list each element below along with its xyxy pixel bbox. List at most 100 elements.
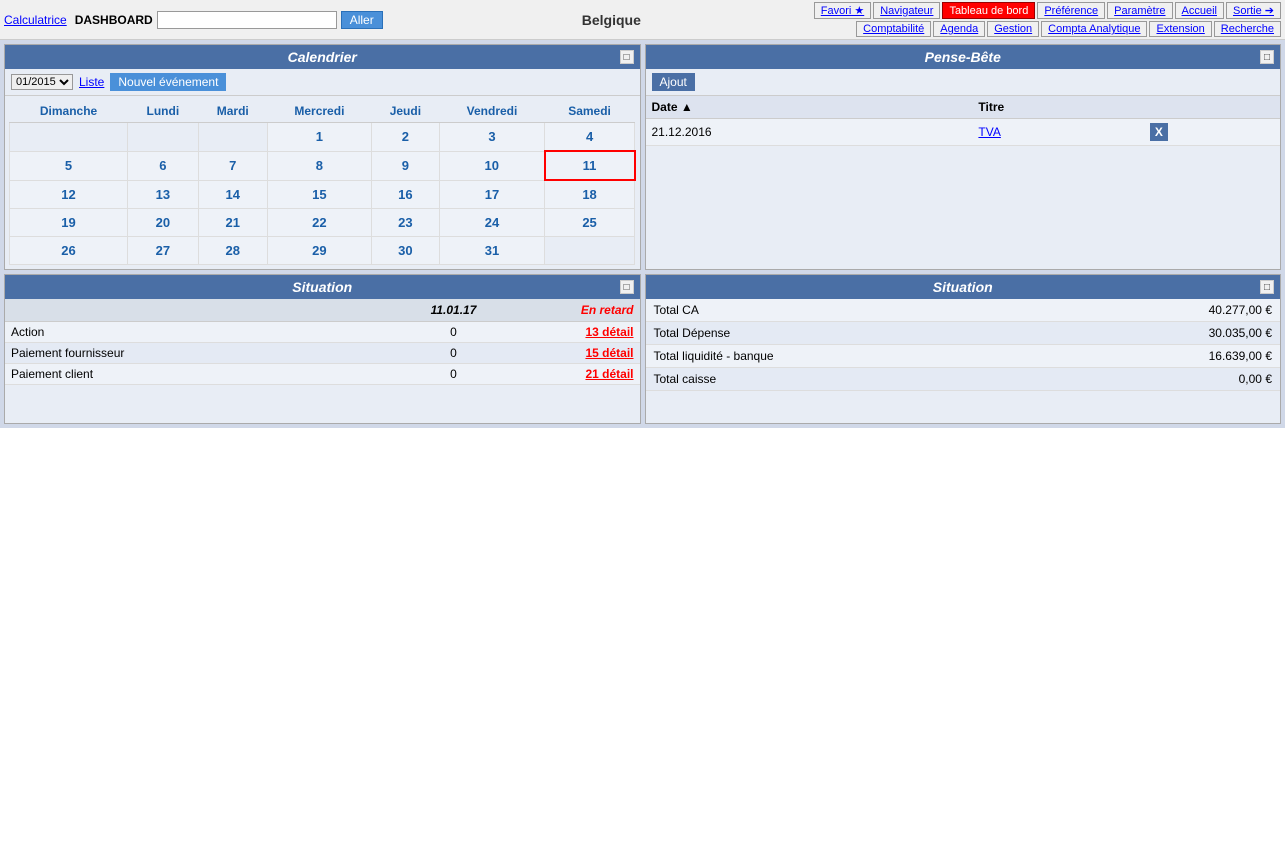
calendar-day-cell[interactable]: 11 <box>545 151 635 180</box>
situation-right-row: Total Dépense30.035,00 € <box>646 322 1281 345</box>
col-dimanche: Dimanche <box>10 100 128 123</box>
pense-bete-toolbar: Ajout <box>646 69 1281 96</box>
calendar-day-cell[interactable]: 12 <box>10 180 128 209</box>
nav-btn-comptabilite[interactable]: Comptabilité <box>856 21 931 37</box>
calendar-day-cell[interactable]: 5 <box>10 151 128 180</box>
pense-bete-title: Pense-Bête <box>925 49 1001 65</box>
situation-row-detail-link[interactable]: 13 détail <box>514 325 634 339</box>
pense-date-cell: 21.12.2016 <box>646 119 973 146</box>
nav-btn-tableau-de-bord[interactable]: Tableau de bord <box>942 2 1035 19</box>
calendar-day-cell[interactable]: 9 <box>371 151 439 180</box>
situation-left-minimize-icon[interactable]: □ <box>620 280 634 294</box>
situation-right-title: Situation <box>933 279 993 295</box>
nav-btn-sortie[interactable]: Sortie ➔ <box>1226 2 1281 19</box>
search-input[interactable] <box>157 11 337 29</box>
dashboard-label: DASHBOARD <box>75 13 153 27</box>
aller-button[interactable]: Aller <box>341 11 383 29</box>
calendar-day-cell[interactable]: 18 <box>545 180 635 209</box>
nav-btn-extension[interactable]: Extension <box>1149 21 1211 37</box>
nav-btn-compta-analytique[interactable]: Compta Analytique <box>1041 21 1147 37</box>
calendar-day-cell[interactable]: 30 <box>371 237 439 265</box>
situation-row-label: Paiement client <box>11 367 394 381</box>
calendar-day-cell[interactable]: 17 <box>439 180 544 209</box>
pense-bete-minimize-icon[interactable]: □ <box>1260 50 1274 64</box>
situation-right-body: Total CA40.277,00 €Total Dépense30.035,0… <box>646 299 1281 391</box>
situation-left-row: Action013 détail <box>5 322 640 343</box>
situation-right-row: Total caisse0,00 € <box>646 368 1281 391</box>
pense-table-body: 21.12.2016 TVA X <box>646 119 1281 146</box>
calendar-day-cell[interactable]: 2 <box>371 123 439 152</box>
calendrier-minimize-icon[interactable]: □ <box>620 50 634 64</box>
calendar-day-cell[interactable]: 20 <box>128 209 199 237</box>
calendar-week-row: 567891011 <box>10 151 635 180</box>
situation-left-header: Situation □ <box>5 275 640 299</box>
fin-row-value: 16.639,00 € <box>1172 349 1272 363</box>
liste-link[interactable]: Liste <box>79 75 104 89</box>
calculatrice-link[interactable]: Calculatrice <box>4 13 67 27</box>
calendar-day-cell[interactable]: 1 <box>267 123 371 152</box>
calendar-day-cell <box>128 123 199 152</box>
calendar-day-cell[interactable]: 27 <box>128 237 199 265</box>
fin-row-label: Total caisse <box>654 372 1173 386</box>
calendar-toolbar: 01/2015 02/2015 03/2015 Liste Nouvel évé… <box>5 69 640 96</box>
calendar-day-cell[interactable]: 15 <box>267 180 371 209</box>
nav-btn-favori[interactable]: Favori ★ <box>814 2 871 19</box>
top-nav-left: Calculatrice DASHBOARD Aller <box>4 11 409 29</box>
nav-btn-navigateur[interactable]: Navigateur <box>873 2 940 19</box>
calendar-day-cell[interactable]: 24 <box>439 209 544 237</box>
calendar-day-cell[interactable]: 3 <box>439 123 544 152</box>
calendar-day-cell[interactable]: 8 <box>267 151 371 180</box>
nav-btn-parametre[interactable]: Paramètre <box>1107 2 1172 19</box>
calendar-day-cell[interactable]: 16 <box>371 180 439 209</box>
calendar-day-cell[interactable]: 31 <box>439 237 544 265</box>
situation-right-minimize-icon[interactable]: □ <box>1260 280 1274 294</box>
situation-row-detail-link[interactable]: 21 détail <box>514 367 634 381</box>
calendar-day-cell[interactable]: 7 <box>198 151 267 180</box>
situation-row-label: Action <box>11 325 394 339</box>
calendar-day-cell[interactable]: 4 <box>545 123 635 152</box>
nav-row-1: Favori ★ Navigateur Tableau de bord Préf… <box>814 2 1281 19</box>
calendar-day-cell[interactable]: 28 <box>198 237 267 265</box>
calendar-content: Dimanche Lundi Mardi Mercredi Jeudi Vend… <box>5 96 640 269</box>
calendar-day-cell[interactable]: 13 <box>128 180 199 209</box>
calendar-day-cell[interactable]: 25 <box>545 209 635 237</box>
situation-left-row: Paiement fournisseur015 détail <box>5 343 640 364</box>
pense-titre-link[interactable]: TVA <box>978 125 1000 139</box>
fin-row-label: Total Dépense <box>654 326 1173 340</box>
situation-right-row: Total CA40.277,00 € <box>646 299 1281 322</box>
calendar-body: 1234567891011121314151617181920212223242… <box>10 123 635 265</box>
fin-row-label: Total liquidité - banque <box>654 349 1173 363</box>
nav-btn-recherche[interactable]: Recherche <box>1214 21 1281 37</box>
new-event-button[interactable]: Nouvel événement <box>110 73 226 91</box>
nav-btn-agenda[interactable]: Agenda <box>933 21 985 37</box>
pense-delete-button[interactable]: X <box>1150 123 1168 141</box>
situation-left-panel: Situation □ 11.01.17 En retard Action013… <box>4 274 641 424</box>
calendar-day-cell[interactable]: 10 <box>439 151 544 180</box>
situation-row-count: 0 <box>394 367 514 381</box>
calendar-day-cell[interactable]: 14 <box>198 180 267 209</box>
fin-row-value: 40.277,00 € <box>1172 303 1272 317</box>
nav-btn-gestion[interactable]: Gestion <box>987 21 1039 37</box>
top-nav-right: Favori ★ Navigateur Tableau de bord Préf… <box>814 2 1281 37</box>
ajout-button[interactable]: Ajout <box>652 73 695 91</box>
nav-btn-preference[interactable]: Préférence <box>1037 2 1105 19</box>
calendar-day-cell[interactable]: 19 <box>10 209 128 237</box>
situation-left-title: Situation <box>292 279 352 295</box>
pense-titre-cell[interactable]: TVA <box>972 119 1143 146</box>
nav-btn-accueil[interactable]: Accueil <box>1175 2 1224 19</box>
calendar-day-cell[interactable]: 29 <box>267 237 371 265</box>
calendar-day-cell[interactable]: 22 <box>267 209 371 237</box>
calendar-week-row: 262728293031 <box>10 237 635 265</box>
fin-row-value: 30.035,00 € <box>1172 326 1272 340</box>
calendar-day-cell[interactable]: 26 <box>10 237 128 265</box>
month-select[interactable]: 01/2015 02/2015 03/2015 <box>11 74 73 90</box>
calendar-header-row: Dimanche Lundi Mardi Mercredi Jeudi Vend… <box>10 100 635 123</box>
calendar-week-row: 1234 <box>10 123 635 152</box>
calendrier-panel: Calendrier □ 01/2015 02/2015 03/2015 Lis… <box>4 44 641 270</box>
situation-row-detail-link[interactable]: 15 détail <box>514 346 634 360</box>
calendar-day-cell[interactable]: 6 <box>128 151 199 180</box>
calendar-day-cell[interactable]: 21 <box>198 209 267 237</box>
col-lundi: Lundi <box>128 100 199 123</box>
calendar-day-cell[interactable]: 23 <box>371 209 439 237</box>
situation-right-panel: Situation □ Total CA40.277,00 €Total Dép… <box>645 274 1282 424</box>
